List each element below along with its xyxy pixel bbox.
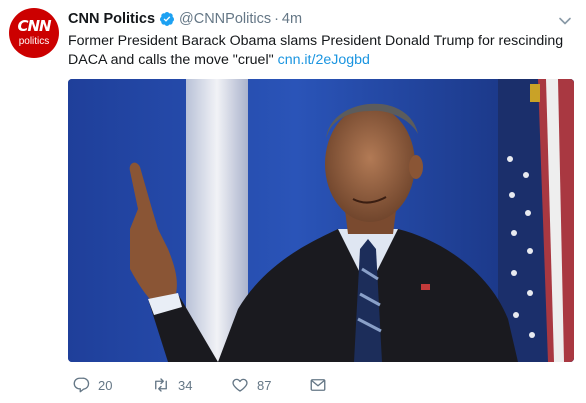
retweet-count: 34: [178, 377, 193, 393]
tweet-timestamp[interactable]: 4m: [282, 11, 302, 27]
tweet-link[interactable]: cnn.it/2eJogbd: [278, 52, 370, 68]
account-handle[interactable]: @CNNPolitics: [179, 11, 271, 27]
heart-icon: [232, 378, 248, 392]
like-button[interactable]: 87: [231, 376, 309, 394]
verified-badge-icon: [160, 12, 175, 26]
avatar-logo-subtext: politics: [18, 36, 50, 47]
retweet-icon: [155, 378, 167, 392]
reply-count: 20: [98, 377, 113, 393]
retweet-button[interactable]: 34: [152, 376, 231, 394]
reply-icon: [73, 377, 90, 393]
account-name[interactable]: CNN Politics: [68, 11, 155, 27]
chevron-down-icon[interactable]: [558, 14, 572, 28]
tweet-photo[interactable]: [68, 79, 574, 362]
tweet-header: CNN Politics @CNNPolitics · 4m: [68, 10, 302, 28]
envelope-icon: [310, 379, 326, 391]
avatar[interactable]: CNN politics: [9, 8, 59, 58]
like-count: 87: [257, 377, 272, 393]
reply-button[interactable]: 20: [72, 376, 152, 394]
tweet-text: Former President Barack Obama slams Pres…: [68, 32, 568, 70]
direct-message-button[interactable]: [309, 376, 327, 394]
photo-image: [68, 79, 574, 362]
avatar-logo-text: CNN: [17, 17, 51, 35]
header-separator: ·: [274, 11, 279, 27]
tweet-actions: 20 34 87: [72, 375, 327, 395]
